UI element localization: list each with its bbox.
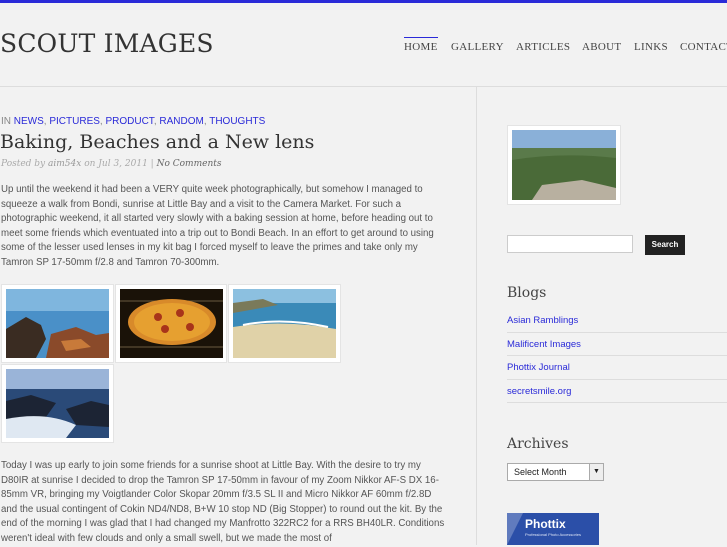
- category-link-random[interactable]: RANDOM: [159, 116, 203, 127]
- search-input[interactable]: [507, 235, 633, 253]
- sidebar-photo[interactable]: [507, 125, 621, 205]
- phottix-ad-banner[interactable]: Phottix Professional Photo Accessories: [507, 513, 599, 545]
- list-item: Malificent Images: [507, 333, 727, 356]
- list-item: secretsmile.org: [507, 380, 727, 403]
- pizza-image: [120, 289, 223, 358]
- post-meta: Posted by aim54x on Jul 3, 2011 | No Com…: [1, 159, 221, 169]
- post-author[interactable]: aim54x: [48, 159, 81, 169]
- archives-select[interactable]: Select Month ▼: [507, 463, 604, 481]
- sidebar: Search Blogs Asian Ramblings Malificent …: [477, 87, 727, 545]
- blog-link-secretsmile[interactable]: secretsmile.org: [507, 386, 571, 397]
- blog-link-malificent-images[interactable]: Malificent Images: [507, 339, 581, 350]
- meta-on: on: [84, 159, 96, 169]
- ad-brand: Phottix: [525, 517, 566, 531]
- post-categories: IN NEWS, PICTURES, PRODUCT, RANDOM, THOU…: [1, 116, 266, 127]
- blog-link-phottix-journal[interactable]: Phottix Journal: [507, 362, 570, 373]
- nav-home[interactable]: HOME: [404, 37, 438, 53]
- archives-widget-title: Archives: [507, 436, 569, 452]
- category-link-news[interactable]: NEWS: [14, 116, 44, 127]
- comments-link[interactable]: No Comments: [157, 159, 222, 169]
- bondi-beach-image: [233, 289, 336, 358]
- meta-separator: |: [150, 159, 154, 169]
- site-header: SCOUT IMAGES HOME GALLERY ARTICLES ABOUT…: [0, 3, 727, 87]
- rocky-coast-image: [6, 289, 109, 358]
- nav-about[interactable]: ABOUT: [582, 41, 621, 53]
- category-link-pictures[interactable]: PICTURES: [49, 116, 100, 127]
- post-paragraph-2: Today I was up early to join some friend…: [1, 460, 445, 544]
- main-content: IN NEWS, PICTURES, PRODUCT, RANDOM, THOU…: [0, 87, 476, 545]
- list-item: Phottix Journal: [507, 356, 727, 380]
- ad-decoration: [507, 513, 523, 545]
- post-date: Jul 3, 2011: [98, 159, 148, 169]
- sunrise-rocks-image: [6, 369, 109, 438]
- post-title[interactable]: Baking, Beaches and a New lens: [0, 131, 314, 153]
- nav-gallery[interactable]: GALLERY: [451, 41, 504, 53]
- photo-thumbnail-pizza[interactable]: [115, 284, 227, 363]
- archives-select-value: Select Month: [514, 467, 567, 477]
- categories-prefix: IN: [1, 116, 11, 127]
- site-title[interactable]: SCOUT IMAGES: [0, 29, 214, 58]
- list-item: Asian Ramblings: [507, 309, 727, 333]
- category-link-product[interactable]: PRODUCT: [105, 116, 153, 127]
- photo-thumbnail-rocky-coast[interactable]: [1, 284, 114, 363]
- post-paragraph-1: Up until the weekend it had been a VERY …: [1, 184, 434, 268]
- photo-thumbnail-bondi-beach[interactable]: [228, 284, 341, 363]
- meta-posted-by: Posted by: [1, 159, 46, 169]
- nav-contact[interactable]: CONTACT: [680, 41, 727, 53]
- search-button[interactable]: Search: [645, 235, 685, 255]
- blogs-list: Asian Ramblings Malificent Images Photti…: [507, 309, 727, 403]
- valley-image: [512, 130, 616, 200]
- photo-thumbnail-sunrise-rocks[interactable]: [1, 364, 114, 443]
- blogs-widget-title: Blogs: [507, 285, 547, 301]
- blog-link-asian-ramblings[interactable]: Asian Ramblings: [507, 315, 578, 326]
- nav-links[interactable]: LINKS: [634, 41, 668, 53]
- nav-articles[interactable]: ARTICLES: [516, 41, 570, 53]
- chevron-down-icon: ▼: [589, 464, 603, 480]
- ad-tagline: Professional Photo Accessories: [525, 532, 582, 537]
- category-link-thoughts[interactable]: THOUGHTS: [209, 116, 265, 127]
